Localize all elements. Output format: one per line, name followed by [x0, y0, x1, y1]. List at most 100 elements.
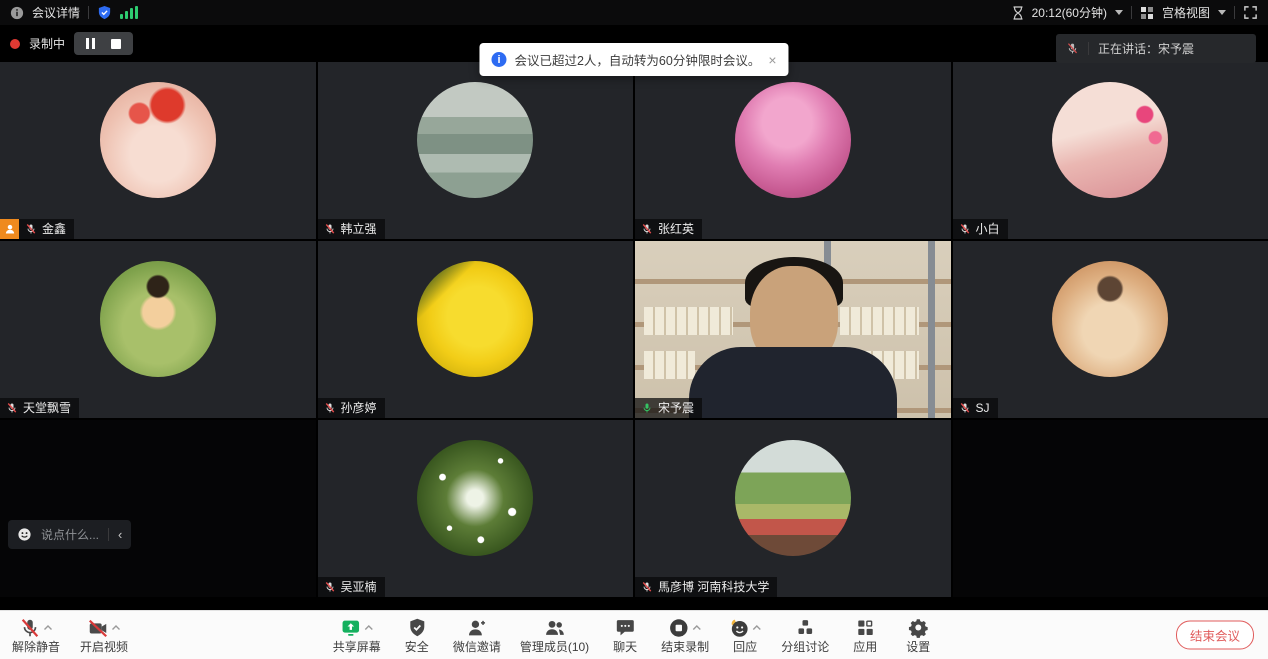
grid-view-icon: [1140, 6, 1154, 20]
participant-tile[interactable]: 张红英: [635, 62, 951, 239]
divider: [1131, 6, 1132, 19]
end-recording-button[interactable]: 结束录制: [661, 617, 709, 654]
meeting-details-link[interactable]: 会议详情: [32, 4, 80, 21]
participant-tile[interactable]: 韩立强: [318, 62, 634, 239]
mic-muted-icon: [959, 402, 971, 414]
participant-name: 小白: [976, 222, 1000, 236]
end-meeting-button[interactable]: 结束会议: [1176, 621, 1254, 650]
mic-muted-icon: [1066, 42, 1079, 55]
empty-tile: [953, 420, 1268, 597]
reactions-button[interactable]: 回应: [728, 617, 762, 654]
participant-tile-active-speaker[interactable]: 宋予震: [635, 241, 951, 418]
security-button[interactable]: 安全: [400, 617, 434, 654]
avatar: [417, 261, 533, 377]
wechat-invite-button[interactable]: 微信邀请: [453, 617, 501, 654]
settings-button[interactable]: 设置: [901, 617, 935, 654]
invite-person-icon: [466, 617, 488, 639]
host-badge-icon: [0, 219, 19, 239]
breakout-rooms-button[interactable]: 分组讨论: [781, 617, 829, 654]
chevron-up-icon[interactable]: [752, 624, 762, 632]
participant-tile[interactable]: 吴亚楠: [318, 420, 634, 597]
mic-muted-icon: [324, 402, 336, 414]
meeting-timer: 20:12(60分钟): [1032, 4, 1107, 21]
chat-input-placeholder[interactable]: 说点什么...: [41, 526, 99, 543]
video-feed: [635, 241, 951, 418]
avatar: [1052, 82, 1168, 198]
emoji-icon[interactable]: [17, 527, 32, 542]
pause-recording-button[interactable]: [86, 38, 95, 49]
share-screen-icon: [340, 617, 362, 639]
chevron-up-icon[interactable]: [111, 624, 121, 632]
stop-recording-button[interactable]: [111, 39, 121, 49]
view-dropdown-icon[interactable]: [1218, 10, 1226, 15]
bottom-toolbar: 解除静音 开启视频 共享屏幕: [0, 610, 1268, 659]
participant-tile[interactable]: 小白: [953, 62, 1268, 239]
participant-tile[interactable]: 馬彦博 河南科技大学: [635, 420, 951, 597]
security-shield-icon[interactable]: [97, 5, 112, 20]
participant-tile[interactable]: SJ: [953, 241, 1268, 418]
apps-grid-icon: [855, 617, 876, 638]
hourglass-icon: [1012, 6, 1024, 20]
avatar: [100, 261, 216, 377]
participant-name: 吴亚楠: [341, 580, 377, 594]
participant-name: 宋予震: [658, 401, 694, 415]
collapse-chevron-left-icon[interactable]: ‹: [118, 527, 122, 542]
avatar: [1052, 261, 1168, 377]
participant-name: 馬彦博 河南科技大学: [658, 580, 769, 594]
chat-quick-bar[interactable]: 说点什么... ‹: [8, 520, 131, 549]
info-icon: [10, 6, 24, 20]
chat-bubble-icon: [615, 617, 636, 638]
stop-record-icon: [668, 617, 690, 639]
mic-active-icon: [641, 402, 653, 414]
recording-controls: [74, 32, 133, 55]
video-stage: 录制中 i 会议已超过2人，自动转为60分钟限时会议。 × 正在讲话：宋予震: [0, 25, 1268, 610]
start-video-button[interactable]: 开启视频: [80, 617, 128, 654]
close-icon[interactable]: ×: [768, 53, 776, 67]
unmute-button[interactable]: 解除静音: [12, 617, 60, 654]
participant-name: 天堂飘雪: [23, 401, 71, 415]
recording-bar: 录制中: [10, 32, 133, 55]
breakout-blocks-icon: [795, 617, 816, 638]
participant-grid: 金鑫 韩立强 张红英: [0, 62, 1268, 597]
fullscreen-icon[interactable]: [1243, 5, 1258, 20]
participant-tile[interactable]: 天堂飘雪: [0, 241, 316, 418]
chevron-up-icon[interactable]: [692, 624, 702, 632]
mic-muted-icon: [25, 223, 37, 235]
mic-muted-icon: [324, 581, 336, 593]
gear-icon: [908, 617, 929, 638]
participant-tile[interactable]: 金鑫: [0, 62, 316, 239]
avatar: [417, 82, 533, 198]
participant-name: 张红英: [658, 222, 694, 236]
network-signal-icon: [120, 6, 138, 19]
share-screen-button[interactable]: 共享屏幕: [333, 617, 381, 654]
chevron-up-icon[interactable]: [364, 624, 374, 632]
avatar: [417, 440, 533, 556]
chevron-up-icon[interactable]: [43, 624, 53, 632]
avatar: [100, 82, 216, 198]
participant-name: 韩立强: [341, 222, 377, 236]
camera-off-icon: [87, 617, 109, 639]
active-speaker-bar: 正在讲话：宋予震: [1056, 34, 1256, 63]
chat-button[interactable]: 聊天: [608, 617, 642, 654]
speaking-now-text: 正在讲话：宋予震: [1098, 40, 1194, 57]
divider: [88, 6, 89, 19]
recording-dot-icon: [10, 39, 20, 49]
mic-muted-icon: [959, 223, 971, 235]
manage-members-button[interactable]: 管理成员(10): [520, 617, 589, 654]
mic-muted-icon: [6, 402, 18, 414]
shield-check-icon: [406, 617, 427, 638]
mic-muted-icon: [641, 581, 653, 593]
timer-dropdown-icon[interactable]: [1115, 10, 1123, 15]
view-mode-selector[interactable]: 宫格视图: [1162, 4, 1210, 21]
recording-status: 录制中: [29, 35, 65, 52]
meeting-window: 会议详情 20:12(60分钟) 宫格视图: [0, 0, 1268, 659]
notification-banner: i 会议已超过2人，自动转为60分钟限时会议。 ×: [479, 43, 788, 76]
info-icon: i: [491, 52, 506, 67]
members-icon: [544, 617, 566, 639]
participant-tile[interactable]: 孙彦婷: [318, 241, 634, 418]
avatar: [735, 82, 851, 198]
top-bar: 会议详情 20:12(60分钟) 宫格视图: [0, 0, 1268, 25]
reaction-smiley-icon: [728, 617, 750, 639]
apps-button[interactable]: 应用: [848, 617, 882, 654]
empty-tile: [0, 420, 316, 597]
